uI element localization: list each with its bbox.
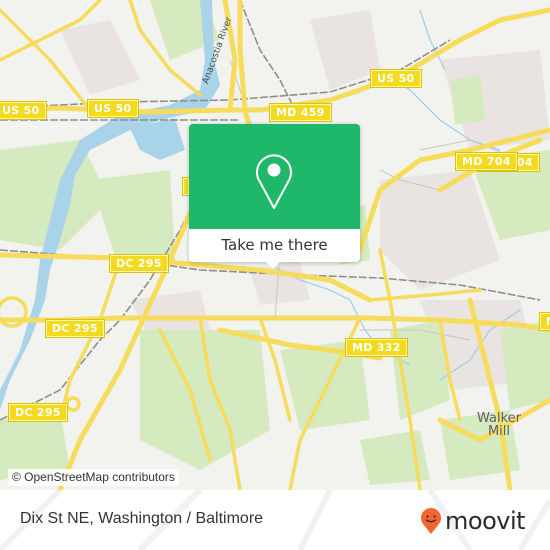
highway-shield-dc295: DC 295: [46, 320, 104, 337]
highway-shield-md459: MD 459: [270, 104, 331, 121]
highway-shield-us50: US 50: [0, 102, 46, 119]
map-view[interactable]: US 50 US 50 US 50 MD 459 MD 704 MD 704 D…: [0, 0, 550, 490]
highway-shield-us50: US 50: [371, 70, 421, 87]
location-pin-icon: [256, 154, 292, 209]
map-attribution[interactable]: © OpenStreetMap contributors: [8, 469, 179, 486]
location-popup[interactable]: Take me there: [189, 124, 360, 269]
footer-bar: Dix St NE, Washington / Baltimore moovit: [0, 490, 550, 550]
highway-shield-md332: MD 332: [346, 339, 407, 356]
place-label-walker-mill: Walker Mill: [476, 411, 521, 439]
popup-header: [189, 124, 360, 229]
brand-name: moovit: [445, 507, 526, 535]
highway-shield-dc295: DC 295: [110, 255, 168, 272]
highway-shield-md-partial: M: [540, 313, 550, 330]
popup-pointer: [265, 261, 281, 269]
take-me-there-button[interactable]: Take me there: [189, 229, 360, 262]
highway-shield-md704: MD 704: [456, 153, 517, 170]
highway-shield-dc295: DC 295: [9, 404, 67, 421]
highway-shield-us50: US 50: [88, 100, 138, 117]
location-title: Dix St NE, Washington / Baltimore: [20, 510, 264, 527]
moovit-logo[interactable]: moovit: [420, 506, 526, 536]
moovit-smiley-pin-icon: [421, 508, 441, 534]
